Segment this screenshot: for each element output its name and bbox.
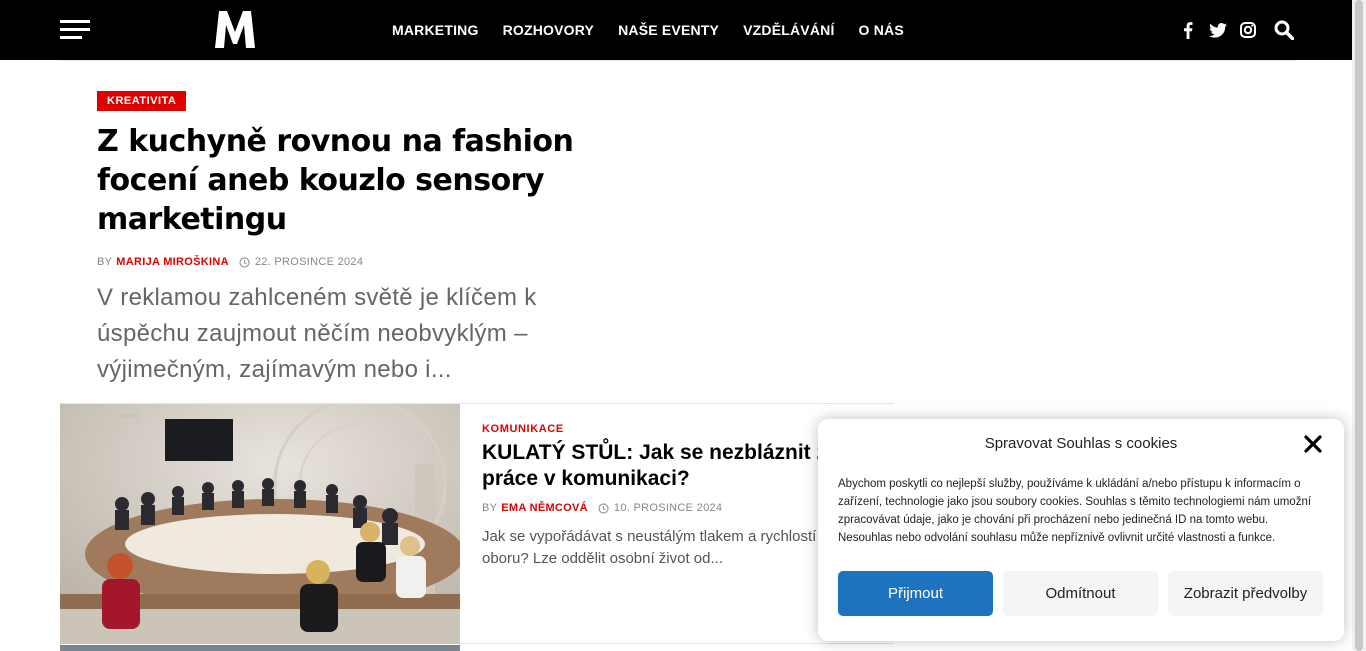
featured-author-link[interactable]: MARIJA MIROŠKINA	[116, 256, 229, 268]
close-icon[interactable]	[1302, 433, 1324, 455]
by-label: BY	[482, 502, 498, 514]
main-navigation: MARKETING ROZHOVORY NAŠE EVENTY VZDĚLÁVÁ…	[392, 0, 928, 60]
next-article-thumbnail[interactable]	[60, 645, 460, 651]
social-links	[1168, 0, 1294, 60]
nav-vzdelavani[interactable]: VZDĚLÁVÁNÍ	[743, 22, 834, 38]
facebook-icon[interactable]	[1178, 20, 1198, 40]
cookie-consent-dialog: Spravovat Souhlas s cookies Abychom posk…	[818, 419, 1344, 641]
search-icon[interactable]	[1274, 20, 1294, 40]
header-divider	[60, 60, 1296, 61]
page-scrollbar-thumb[interactable]	[1355, 0, 1363, 651]
article-divider	[460, 643, 894, 644]
clock-icon	[239, 256, 250, 268]
accept-cookies-button[interactable]: Přijmout	[838, 571, 993, 616]
top-navigation-bar: MARKETING ROZHOVORY NAŠE EVENTY VZDĚLÁVÁ…	[0, 0, 1352, 60]
twitter-icon[interactable]	[1208, 20, 1228, 40]
article-thumbnail-image[interactable]	[60, 404, 460, 644]
featured-category-badge[interactable]: KREATIVITA	[97, 91, 187, 111]
by-label: BY	[97, 256, 113, 268]
site-logo[interactable]	[213, 8, 257, 50]
view-preferences-button[interactable]: Zobrazit předvolby	[1168, 571, 1323, 616]
nav-marketing[interactable]: MARKETING	[392, 22, 479, 38]
featured-byline: BY MARIJA MIROŠKINA 22. PROSINCE 2024	[97, 256, 363, 268]
article-author-link[interactable]: EMA NĚMCOVÁ	[501, 502, 588, 514]
nav-o-nas[interactable]: O NÁS	[859, 22, 904, 38]
nav-nase-eventy[interactable]: NAŠE EVENTY	[618, 22, 719, 38]
nav-rozhovory[interactable]: ROZHOVORY	[503, 22, 595, 38]
article-byline: BY EMA NĚMCOVÁ 10. PROSINCE 2024	[482, 502, 722, 514]
deny-cookies-button[interactable]: Odmítnout	[1003, 571, 1158, 616]
article-category-link[interactable]: KOMUNIKACE	[482, 423, 564, 435]
featured-article-title[interactable]: Z kuchyně rovnou na fashion focení aneb …	[97, 122, 617, 239]
article-date: 10. PROSINCE 2024	[613, 502, 723, 514]
cookie-dialog-text: Abychom poskytli co nejlepší služby, pou…	[838, 478, 1312, 544]
hamburger-menu-icon[interactable]	[60, 20, 90, 40]
cookie-dialog-title: Spravovat Souhlas s cookies	[984, 435, 1178, 452]
page-scrollbar[interactable]	[1352, 0, 1366, 651]
clock-icon	[598, 502, 609, 514]
instagram-icon[interactable]	[1238, 20, 1258, 40]
featured-excerpt: V reklamou zahlceném světě je klíčem k ú…	[97, 284, 537, 383]
featured-date: 22. PROSINCE 2024	[254, 256, 364, 268]
